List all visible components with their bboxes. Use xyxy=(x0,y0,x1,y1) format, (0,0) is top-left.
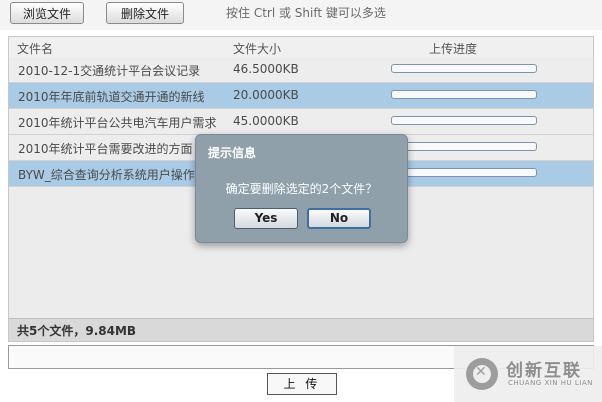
file-row[interactable]: 2010-12-1交通统计平台会议记录 46.5000KB xyxy=(9,57,593,83)
file-name: 2010年统计平台需要改进的方面 xyxy=(18,142,193,156)
upload-button[interactable]: 上 传 xyxy=(267,373,337,395)
watermark: 创新互联 CHUANG XIN HU LIAN xyxy=(454,346,602,402)
file-name: BYW_综合查询分析系统用户操作手册 xyxy=(18,168,216,182)
remove-files-button[interactable]: 删除文件 xyxy=(106,2,184,24)
column-progress: 上传进度 xyxy=(429,42,478,56)
file-row[interactable]: 2010年统计平台公共电汽车用户需求 45.0000KB xyxy=(9,109,593,135)
dialog-message: 确定要删除选定的2个文件？ xyxy=(225,182,378,196)
multi-select-hint: 按住 Ctrl 或 Shift 键可以多选 xyxy=(226,6,386,20)
column-filename: 文件名 xyxy=(17,42,54,56)
watermark-brand: 创新互联 xyxy=(506,361,582,381)
upload-progress-bar xyxy=(391,90,537,99)
browse-files-button[interactable]: 浏览文件 xyxy=(10,2,84,24)
upload-progress-bar xyxy=(391,64,537,73)
dialog-title: 提示信息 xyxy=(208,146,257,160)
file-row[interactable]: 2010年年底前轨道交通开通的新线 20.0000KB xyxy=(9,83,593,109)
confirm-dialog: 提示信息 确定要删除选定的2个文件？ Yes No xyxy=(195,134,408,243)
toolbar: 浏览文件 删除文件 按住 Ctrl 或 Shift 键可以多选 xyxy=(0,0,602,30)
file-summary-bar: 共5个文件，9.84MB xyxy=(9,318,593,341)
column-header: 文件名 文件大小 上传进度 xyxy=(9,37,593,58)
upload-progress-bar xyxy=(391,116,537,125)
yes-button[interactable]: Yes xyxy=(234,208,298,229)
no-button[interactable]: No xyxy=(307,208,371,229)
file-name: 2010年年底前轨道交通开通的新线 xyxy=(18,90,205,104)
file-size: 46.5000KB xyxy=(233,62,299,76)
file-size: 20.0000KB xyxy=(233,88,299,102)
file-name: 2010-12-1交通统计平台会议记录 xyxy=(18,64,201,78)
upload-progress-bar xyxy=(391,142,537,151)
upload-progress-bar xyxy=(391,168,537,177)
file-summary: 共5个文件，9.84MB xyxy=(17,324,137,338)
column-filesize: 文件大小 xyxy=(233,42,282,56)
watermark-subtitle: CHUANG XIN HU LIAN xyxy=(508,379,593,387)
file-size: 45.0000KB xyxy=(233,114,299,128)
file-name: 2010年统计平台公共电汽车用户需求 xyxy=(18,116,216,130)
brand-logo-icon xyxy=(466,358,498,390)
